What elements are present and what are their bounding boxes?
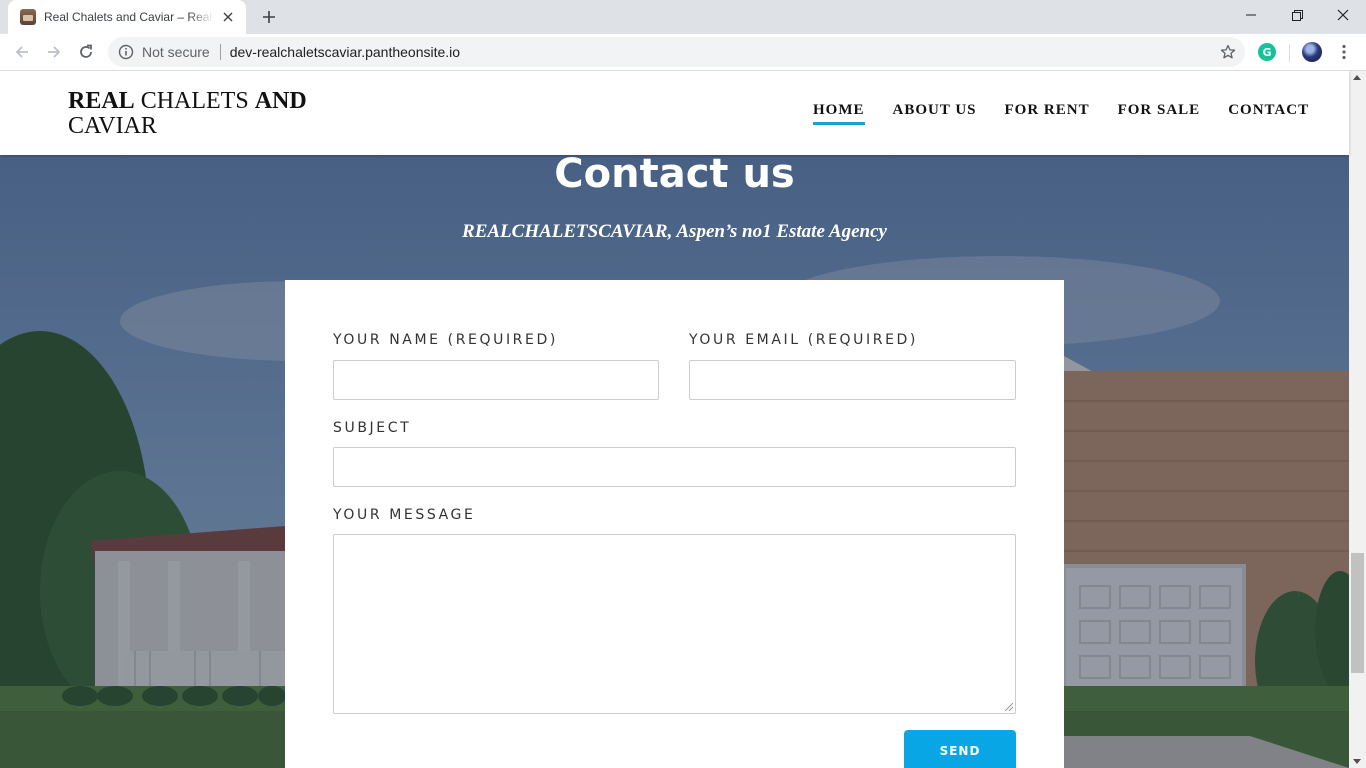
bookmark-star-icon[interactable] — [1219, 43, 1237, 61]
subject-input[interactable] — [333, 447, 1016, 487]
logo-word-real: REAL — [68, 88, 135, 114]
contact-form: YOUR NAME (REQUIRED) YOUR EMAIL (REQUIRE… — [285, 280, 1064, 768]
name-label: YOUR NAME (REQUIRED) — [333, 332, 558, 348]
tab-title: Real Chalets and Caviar – Real Estate Ag… — [44, 10, 214, 24]
browser-tab[interactable]: Real Chalets and Caviar – Real Estate Ag… — [8, 0, 246, 34]
logo-word-caviar: CAVIAR — [68, 113, 157, 139]
page-viewport: Contact us REALCHALETSCAVIAR, Aspen’s no… — [0, 71, 1366, 768]
address-bar[interactable]: Not secure dev-realchaletscaviar.pantheo… — [108, 37, 1245, 67]
main-navigation: HOME ABOUT US FOR RENT FOR SALE CONTACT — [813, 102, 1309, 125]
nav-for-sale[interactable]: FOR SALE — [1118, 102, 1201, 125]
browser-toolbar: Not secure dev-realchaletscaviar.pantheo… — [0, 34, 1366, 71]
page-scrollbar[interactable] — [1349, 71, 1366, 768]
name-input[interactable] — [333, 360, 659, 400]
nav-for-rent[interactable]: FOR RENT — [1005, 102, 1090, 125]
message-label: YOUR MESSAGE — [333, 507, 476, 523]
logo-word-and: AND — [254, 88, 307, 114]
logo-word-chalets: CHALETS — [134, 88, 255, 114]
browser-menu-icon[interactable] — [1334, 41, 1354, 63]
scroll-up-arrow-icon[interactable] — [1353, 75, 1361, 80]
resize-grip-icon[interactable] — [1005, 703, 1013, 711]
site-favicon-icon — [20, 9, 36, 25]
message-textarea[interactable] — [333, 534, 1016, 714]
info-icon[interactable] — [118, 44, 134, 60]
email-label: YOUR EMAIL (REQUIRED) — [689, 332, 918, 348]
subject-label: SUBJECT — [333, 420, 412, 436]
scroll-down-arrow-icon[interactable] — [1353, 759, 1361, 764]
minimize-window-button[interactable] — [1228, 0, 1274, 30]
restore-window-button[interactable] — [1274, 0, 1320, 30]
forward-button[interactable] — [40, 38, 68, 66]
nav-home[interactable]: HOME — [813, 102, 865, 125]
reload-button[interactable] — [72, 38, 100, 66]
address-separator — [219, 44, 221, 60]
page-subtitle: REALCHALETSCAVIAR, Aspen’s no1 Estate Ag… — [462, 221, 887, 242]
back-button[interactable] — [8, 38, 36, 66]
site-header: REAL CHALETS AND CAVIAR HOME ABOUT US FOR… — [0, 71, 1349, 155]
toolbar-divider — [1289, 44, 1290, 62]
site-logo[interactable]: REAL CHALETS AND CAVIAR — [68, 89, 348, 139]
security-status[interactable]: Not secure — [142, 44, 210, 60]
new-tab-button[interactable] — [258, 6, 280, 28]
nav-contact[interactable]: CONTACT — [1228, 102, 1309, 125]
profile-avatar[interactable] — [1302, 42, 1322, 62]
url-text[interactable]: dev-realchaletscaviar.pantheonsite.io — [230, 44, 460, 60]
browser-tab-bar: Real Chalets and Caviar – Real Estate Ag… — [0, 0, 1366, 34]
grammarly-extension-icon[interactable]: G — [1258, 43, 1276, 61]
hero-section: Contact us REALCHALETSCAVIAR, Aspen’s no… — [0, 71, 1349, 768]
nav-about-us[interactable]: ABOUT US — [893, 102, 977, 125]
close-window-button[interactable] — [1320, 0, 1366, 30]
page-title: Contact us — [554, 151, 795, 197]
grammarly-letter: G — [1262, 45, 1272, 59]
email-input[interactable] — [689, 360, 1016, 400]
close-tab-icon[interactable] — [220, 9, 236, 25]
scrollbar-thumb[interactable] — [1351, 553, 1364, 673]
send-button[interactable]: SEND — [904, 730, 1016, 768]
